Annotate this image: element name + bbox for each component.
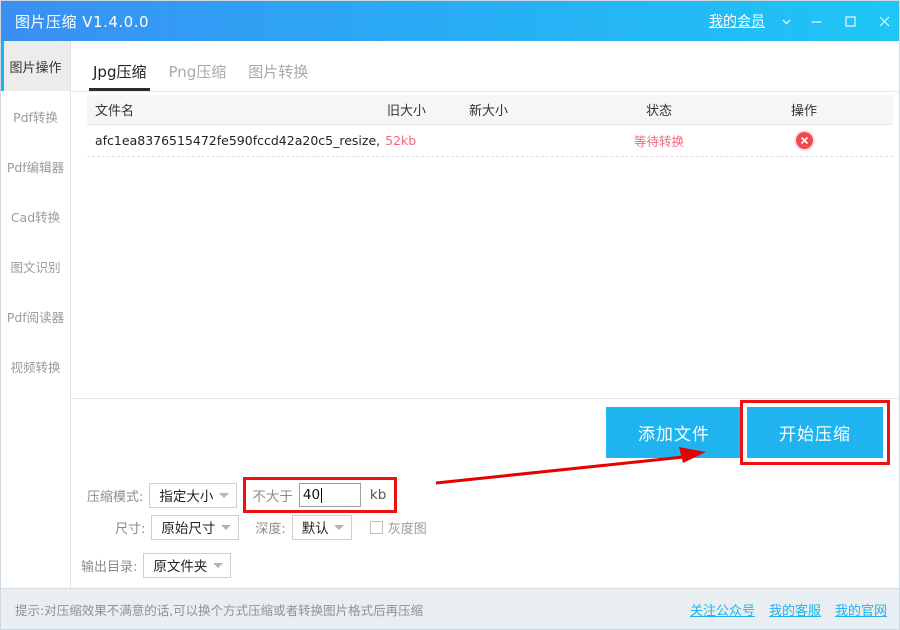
- compress-mode-label: 压缩模式:: [87, 489, 144, 505]
- sidebar-item-pdf-convert[interactable]: Pdf转换: [1, 91, 70, 141]
- table-row[interactable]: afc1ea8376515472fe590fccd42a20c5_resize,…: [87, 125, 893, 157]
- sidebar-item-pdf-reader[interactable]: Pdf阅读器: [1, 291, 70, 341]
- footer-link-wechat[interactable]: 关注公众号: [690, 600, 755, 619]
- tab-png-compress[interactable]: Png压缩: [168, 61, 226, 91]
- file-name-text: afc1ea8376515472fe590fccd42a20c5_resize,: [95, 132, 381, 148]
- depth-value: 默认: [301, 521, 329, 537]
- tab-label: 图片转换: [248, 63, 309, 81]
- sidebar-item-cad-convert[interactable]: Cad转换: [1, 191, 70, 241]
- app-window: 图片压缩 V1.4.0.0 我的会员 图片操作 Pdf转换 Pdf编辑器 Cad…: [0, 0, 900, 630]
- tip-text: 提示:对压缩效果不满意的话,可以换个方式压缩或者转换图片格式后再压缩: [15, 602, 424, 618]
- grayscale-checkbox[interactable]: 灰度图: [369, 518, 427, 537]
- app-title: 图片压缩 V1.4.0.0: [15, 12, 150, 31]
- size-limit-value: 40: [302, 487, 321, 503]
- output-dir-select[interactable]: 原文件夹: [143, 552, 232, 578]
- tab-image-convert[interactable]: 图片转换: [248, 61, 308, 91]
- column-header-new-size: 新大小: [469, 104, 509, 119]
- footer-link-website[interactable]: 我的官网: [835, 600, 887, 619]
- footer-link-support[interactable]: 我的客服: [769, 600, 821, 619]
- size-limit-group: 不大于 40 kb: [243, 477, 398, 513]
- minimize-icon[interactable]: [799, 1, 833, 41]
- add-file-button[interactable]: 添加文件: [606, 407, 742, 458]
- size-limit-prefix: 不大于: [252, 489, 293, 505]
- compress-mode-value: 指定大小: [159, 489, 214, 505]
- table-header-row: 文件名 旧大小 新大小 状态 操作: [87, 95, 893, 125]
- sidebar-item-label: 视频转换: [10, 359, 61, 375]
- file-table: 文件名 旧大小 新大小 状态 操作 afc1ea8376515472fe590f…: [87, 95, 893, 390]
- output-dir-label: 输出目录:: [81, 559, 138, 575]
- column-header-filename: 文件名: [95, 104, 135, 119]
- cell-status: 等待转换: [579, 131, 739, 150]
- text-cursor: [321, 487, 323, 503]
- tab-jpg-compress[interactable]: Jpg压缩: [88, 61, 151, 91]
- size-limit-input[interactable]: 40: [298, 483, 361, 507]
- sidebar-item-video-convert[interactable]: 视频转换: [1, 341, 70, 391]
- output-dir-value: 原文件夹: [153, 559, 208, 575]
- size-value: 原始尺寸: [161, 521, 216, 537]
- close-icon[interactable]: [867, 1, 899, 41]
- depth-select[interactable]: 默认: [291, 514, 352, 540]
- option-row-mode: 压缩模式: 指定大小 不大于 40 kb: [87, 477, 427, 513]
- sidebar-item-label: 图文识别: [10, 259, 61, 275]
- chevron-down-icon: [333, 525, 344, 530]
- option-row-output: 输出目录: 原文件夹: [81, 549, 427, 581]
- column-header-old-size: 旧大小: [387, 104, 427, 119]
- option-row-size-depth: 尺寸: 原始尺寸 深度: 默认 灰度图: [115, 511, 427, 543]
- options-panel: 压缩模式: 指定大小 不大于 40 kb 尺寸: 原始尺寸 深度: 默认 灰度图…: [81, 477, 427, 581]
- compress-mode-select[interactable]: 指定大小: [149, 482, 238, 508]
- size-label: 尺寸:: [115, 521, 146, 537]
- sidebar-item-label: Pdf编辑器: [6, 159, 65, 175]
- chevron-down-icon: [219, 493, 230, 498]
- content-divider: [71, 398, 899, 399]
- status-badge: 等待转换: [633, 134, 684, 149]
- chevron-down-icon[interactable]: [773, 1, 799, 41]
- size-limit-unit: kb: [369, 487, 387, 503]
- column-header-status: 状态: [645, 104, 672, 119]
- my-member-link[interactable]: 我的会员: [709, 11, 765, 31]
- file-size-text: 52kb: [385, 132, 417, 148]
- maximize-icon[interactable]: [833, 1, 867, 41]
- chevron-down-icon: [213, 563, 224, 568]
- sidebar-item-ocr[interactable]: 图文识别: [1, 241, 70, 291]
- tab-label: Jpg压缩: [93, 63, 147, 81]
- chevron-down-icon: [221, 525, 232, 530]
- sidebar-item-label: 图片操作: [9, 60, 62, 76]
- grayscale-label: 灰度图: [387, 521, 427, 537]
- depth-label: 深度:: [255, 521, 286, 537]
- size-select[interactable]: 原始尺寸: [151, 514, 240, 540]
- sidebar-item-label: Pdf转换: [13, 109, 58, 125]
- sidebar-item-image-ops[interactable]: 图片操作: [1, 41, 70, 91]
- sidebar-item-pdf-editor[interactable]: Pdf编辑器: [1, 141, 70, 191]
- cell-filename: afc1ea8376515472fe590fccd42a20c5_resize,…: [87, 132, 416, 149]
- sidebar: 图片操作 Pdf转换 Pdf编辑器 Cad转换 图文识别 Pdf阅读器 视频转换: [1, 41, 71, 590]
- title-bar: 图片压缩 V1.4.0.0 我的会员: [1, 1, 899, 41]
- title-bar-controls: 我的会员: [709, 1, 899, 41]
- tab-label: Png压缩: [168, 63, 227, 81]
- tab-bar: Jpg压缩 Png压缩 图片转换: [71, 41, 899, 92]
- footer-links: 关注公众号 我的客服 我的官网: [690, 600, 887, 619]
- sidebar-item-label: Cad转换: [10, 209, 61, 225]
- start-compress-button[interactable]: 开始压缩: [747, 407, 883, 458]
- sidebar-item-label: Pdf阅读器: [6, 309, 65, 325]
- checkbox-icon: [369, 520, 383, 534]
- cell-action: [739, 131, 869, 150]
- column-header-action: 操作: [790, 104, 817, 119]
- status-bar: 提示:对压缩效果不满意的话,可以换个方式压缩或者转换图片格式后再压缩 关注公众号…: [1, 588, 899, 629]
- delete-circle-icon[interactable]: [795, 131, 813, 149]
